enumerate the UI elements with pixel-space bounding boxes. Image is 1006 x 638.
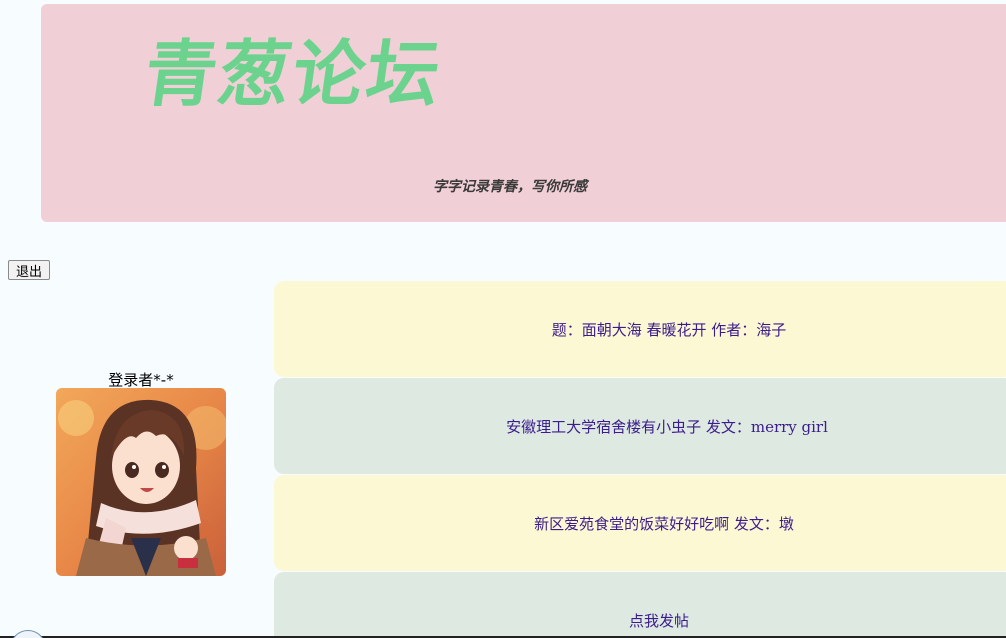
logout-button[interactable]: 退出 [8,260,50,280]
post-title-1[interactable]: 题：面朝大海 春暖花开 作者：海子 [552,319,787,340]
new-post-link[interactable]: 点我发帖 [274,572,1006,638]
avatar [56,388,226,576]
post-title-3[interactable]: 新区爱苑食堂的饭菜好好吃啊 发文：墩 [534,513,794,534]
floating-circle-icon[interactable] [10,630,46,638]
logged-in-user-label: 登录者*-* [108,371,174,389]
post-title-2[interactable]: 安徽理工大学宿舍楼有小虫子 发文：merry girl [506,416,828,437]
site-header: 青葱论坛 字字记录青春，写你所感 [41,4,1006,222]
post-item-2[interactable]: 安徽理工大学宿舍楼有小虫子 发文：merry girl [274,378,1006,474]
new-post-label[interactable]: 点我发帖 [629,604,689,631]
site-slogan: 字字记录青春，写你所感 [433,179,587,195]
post-item-3[interactable]: 新区爱苑食堂的饭菜好好吃啊 发文：墩 [274,475,1006,571]
site-logo: 青葱论坛 [139,31,448,116]
post-item-1[interactable]: 题：面朝大海 春暖花开 作者：海子 [274,281,1006,377]
